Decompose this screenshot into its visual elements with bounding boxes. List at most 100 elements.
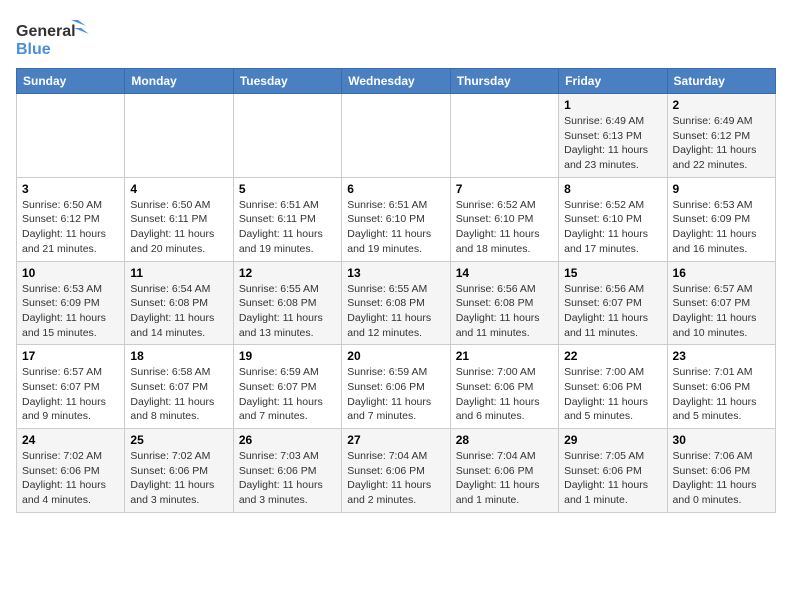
- calendar-cell: [450, 94, 558, 178]
- day-info: Sunrise: 6:59 AM Sunset: 6:06 PM Dayligh…: [347, 365, 444, 424]
- logo-svg: GeneralBlue: [16, 16, 96, 60]
- day-info: Sunrise: 6:52 AM Sunset: 6:10 PM Dayligh…: [564, 198, 661, 257]
- column-header-monday: Monday: [125, 69, 233, 94]
- day-number: 15: [564, 266, 661, 280]
- day-info: Sunrise: 6:56 AM Sunset: 6:07 PM Dayligh…: [564, 282, 661, 341]
- calendar-cell: 7Sunrise: 6:52 AM Sunset: 6:10 PM Daylig…: [450, 177, 558, 261]
- calendar-cell: 22Sunrise: 7:00 AM Sunset: 6:06 PM Dayli…: [559, 345, 667, 429]
- column-header-tuesday: Tuesday: [233, 69, 341, 94]
- day-info: Sunrise: 6:50 AM Sunset: 6:12 PM Dayligh…: [22, 198, 119, 257]
- day-info: Sunrise: 6:57 AM Sunset: 6:07 PM Dayligh…: [22, 365, 119, 424]
- calendar-cell: 14 Sunrise: 6:56 AM Sunset: 6:08 PM Dayli…: [450, 261, 558, 345]
- calendar-week-4: 17 Sunrise: 6:57 AM Sunset: 6:07 PM Dayli…: [17, 345, 776, 429]
- day-number: 28: [456, 433, 553, 447]
- calendar-cell: [342, 94, 450, 178]
- calendar-cell: 13 Sunrise: 6:55 AM Sunset: 6:08 PM Dayli…: [342, 261, 450, 345]
- calendar-cell: 3Sunrise: 6:50 AM Sunset: 6:12 PM Daylig…: [17, 177, 125, 261]
- calendar-cell: 16 Sunrise: 6:57 AM Sunset: 6:07 PM Dayli…: [667, 261, 775, 345]
- calendar-cell: 10 Sunrise: 6:53 AM Sunset: 6:09 PM Dayli…: [17, 261, 125, 345]
- calendar-cell: 30 Sunrise: 7:06 AM Sunset: 6:06 PM Dayli…: [667, 429, 775, 513]
- calendar-week-5: 24 Sunrise: 7:02 AM Sunset: 6:06 PM Dayli…: [17, 429, 776, 513]
- calendar-cell: 18 Sunrise: 6:58 AM Sunset: 6:07 PM Dayli…: [125, 345, 233, 429]
- calendar-cell: 29Sunrise: 7:05 AM Sunset: 6:06 PM Dayli…: [559, 429, 667, 513]
- day-info: Sunrise: 6:50 AM Sunset: 6:11 PM Dayligh…: [130, 198, 227, 257]
- day-info: Sunrise: 6:51 AM Sunset: 6:11 PM Dayligh…: [239, 198, 336, 257]
- day-number: 11: [130, 266, 227, 280]
- day-number: 12: [239, 266, 336, 280]
- day-number: 10: [22, 266, 119, 280]
- day-number: 18: [130, 349, 227, 363]
- logo: GeneralBlue: [16, 16, 96, 60]
- calendar-cell: 26 Sunrise: 7:03 AM Sunset: 6:06 PM Dayli…: [233, 429, 341, 513]
- day-number: 27: [347, 433, 444, 447]
- day-info: Sunrise: 6:56 AM Sunset: 6:08 PM Dayligh…: [456, 282, 553, 341]
- day-number: 25: [130, 433, 227, 447]
- day-info: Sunrise: 7:00 AM Sunset: 6:06 PM Dayligh…: [456, 365, 553, 424]
- day-number: 24: [22, 433, 119, 447]
- calendar-cell: 19Sunrise: 6:59 AM Sunset: 6:07 PM Dayli…: [233, 345, 341, 429]
- calendar-cell: 28 Sunrise: 7:04 AM Sunset: 6:06 PM Dayli…: [450, 429, 558, 513]
- day-number: 23: [673, 349, 770, 363]
- page-header: GeneralBlue: [16, 16, 776, 60]
- column-header-saturday: Saturday: [667, 69, 775, 94]
- day-number: 9: [673, 182, 770, 196]
- day-info: Sunrise: 7:06 AM Sunset: 6:06 PM Dayligh…: [673, 449, 770, 508]
- day-info: Sunrise: 7:03 AM Sunset: 6:06 PM Dayligh…: [239, 449, 336, 508]
- day-info: Sunrise: 6:55 AM Sunset: 6:08 PM Dayligh…: [239, 282, 336, 341]
- day-info: Sunrise: 6:53 AM Sunset: 6:09 PM Dayligh…: [673, 198, 770, 257]
- calendar-cell: 20 Sunrise: 6:59 AM Sunset: 6:06 PM Dayli…: [342, 345, 450, 429]
- day-number: 29: [564, 433, 661, 447]
- calendar-cell: 11 Sunrise: 6:54 AM Sunset: 6:08 PM Dayli…: [125, 261, 233, 345]
- column-header-friday: Friday: [559, 69, 667, 94]
- day-number: 2: [673, 98, 770, 112]
- day-number: 20: [347, 349, 444, 363]
- calendar-cell: [17, 94, 125, 178]
- calendar-cell: 2 Sunrise: 6:49 AM Sunset: 6:12 PM Daylig…: [667, 94, 775, 178]
- day-info: Sunrise: 6:49 AM Sunset: 6:13 PM Dayligh…: [564, 114, 661, 173]
- calendar-cell: 1Sunrise: 6:49 AM Sunset: 6:13 PM Daylig…: [559, 94, 667, 178]
- calendar-cell: 9 Sunrise: 6:53 AM Sunset: 6:09 PM Daylig…: [667, 177, 775, 261]
- calendar-cell: 15 Sunrise: 6:56 AM Sunset: 6:07 PM Dayli…: [559, 261, 667, 345]
- svg-text:General: General: [16, 23, 76, 40]
- day-info: Sunrise: 6:52 AM Sunset: 6:10 PM Dayligh…: [456, 198, 553, 257]
- day-number: 5: [239, 182, 336, 196]
- day-info: Sunrise: 6:54 AM Sunset: 6:08 PM Dayligh…: [130, 282, 227, 341]
- calendar-cell: 24 Sunrise: 7:02 AM Sunset: 6:06 PM Dayli…: [17, 429, 125, 513]
- day-info: Sunrise: 7:02 AM Sunset: 6:06 PM Dayligh…: [22, 449, 119, 508]
- day-info: Sunrise: 6:49 AM Sunset: 6:12 PM Dayligh…: [673, 114, 770, 173]
- calendar-week-3: 10 Sunrise: 6:53 AM Sunset: 6:09 PM Dayli…: [17, 261, 776, 345]
- day-number: 26: [239, 433, 336, 447]
- svg-text:Blue: Blue: [16, 41, 51, 58]
- day-info: Sunrise: 6:57 AM Sunset: 6:07 PM Dayligh…: [673, 282, 770, 341]
- calendar-week-2: 3Sunrise: 6:50 AM Sunset: 6:12 PM Daylig…: [17, 177, 776, 261]
- day-info: Sunrise: 7:04 AM Sunset: 6:06 PM Dayligh…: [456, 449, 553, 508]
- calendar-cell: 6 Sunrise: 6:51 AM Sunset: 6:10 PM Daylig…: [342, 177, 450, 261]
- day-number: 14: [456, 266, 553, 280]
- calendar-cell: 8Sunrise: 6:52 AM Sunset: 6:10 PM Daylig…: [559, 177, 667, 261]
- calendar-week-1: 1Sunrise: 6:49 AM Sunset: 6:13 PM Daylig…: [17, 94, 776, 178]
- day-number: 17: [22, 349, 119, 363]
- day-number: 13: [347, 266, 444, 280]
- day-info: Sunrise: 6:58 AM Sunset: 6:07 PM Dayligh…: [130, 365, 227, 424]
- calendar-table: SundayMondayTuesdayWednesdayThursdayFrid…: [16, 68, 776, 513]
- calendar-cell: 25Sunrise: 7:02 AM Sunset: 6:06 PM Dayli…: [125, 429, 233, 513]
- day-info: Sunrise: 6:53 AM Sunset: 6:09 PM Dayligh…: [22, 282, 119, 341]
- logo: GeneralBlue: [16, 16, 96, 60]
- day-info: Sunrise: 6:51 AM Sunset: 6:10 PM Dayligh…: [347, 198, 444, 257]
- day-info: Sunrise: 7:01 AM Sunset: 6:06 PM Dayligh…: [673, 365, 770, 424]
- day-number: 6: [347, 182, 444, 196]
- calendar-cell: 27Sunrise: 7:04 AM Sunset: 6:06 PM Dayli…: [342, 429, 450, 513]
- calendar-cell: [125, 94, 233, 178]
- day-number: 4: [130, 182, 227, 196]
- column-header-sunday: Sunday: [17, 69, 125, 94]
- calendar-cell: 17 Sunrise: 6:57 AM Sunset: 6:07 PM Dayli…: [17, 345, 125, 429]
- calendar-cell: [233, 94, 341, 178]
- day-number: 19: [239, 349, 336, 363]
- day-number: 30: [673, 433, 770, 447]
- column-header-thursday: Thursday: [450, 69, 558, 94]
- calendar-header-row: SundayMondayTuesdayWednesdayThursdayFrid…: [17, 69, 776, 94]
- day-number: 21: [456, 349, 553, 363]
- day-info: Sunrise: 6:55 AM Sunset: 6:08 PM Dayligh…: [347, 282, 444, 341]
- day-number: 16: [673, 266, 770, 280]
- calendar-cell: 12 Sunrise: 6:55 AM Sunset: 6:08 PM Dayli…: [233, 261, 341, 345]
